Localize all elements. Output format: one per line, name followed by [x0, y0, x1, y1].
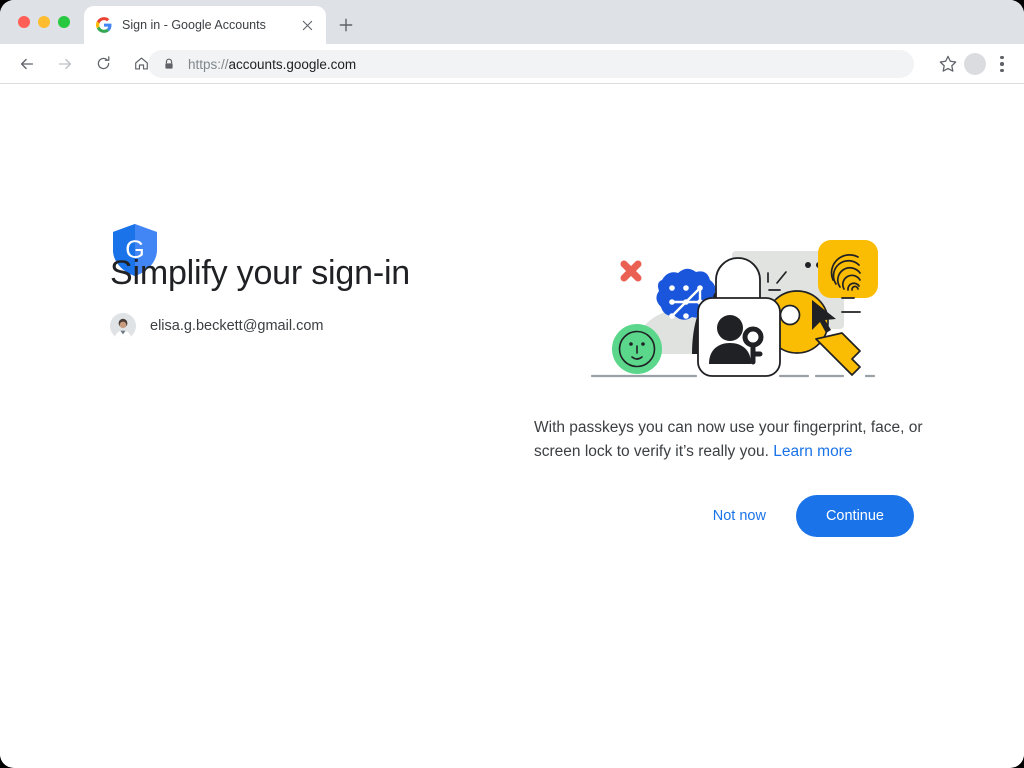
- tab-title: Sign in - Google Accounts: [122, 18, 298, 32]
- reload-button[interactable]: [88, 49, 118, 79]
- passkeys-panel: With passkeys you can now use your finge…: [534, 236, 934, 537]
- page-title: Simplify your sign-in: [110, 254, 410, 293]
- three-dot-menu-icon[interactable]: [992, 52, 1012, 76]
- forward-button[interactable]: [50, 49, 80, 79]
- continue-button[interactable]: Continue: [796, 495, 914, 537]
- menu-dot: [1000, 69, 1004, 73]
- url-text: https://accounts.google.com: [188, 57, 356, 72]
- url-host: accounts.google.com: [229, 57, 357, 72]
- user-photo-avatar: [110, 313, 136, 339]
- google-g-icon: [96, 17, 112, 33]
- account-email: elisa.g.beckett@gmail.com: [150, 318, 323, 334]
- not-now-button[interactable]: Not now: [705, 498, 774, 534]
- menu-dot: [1000, 62, 1004, 66]
- profile-avatar-button[interactable]: [964, 53, 986, 75]
- address-bar[interactable]: https://accounts.google.com: [148, 50, 914, 78]
- tab-strip: Sign in - Google Accounts: [0, 0, 1024, 44]
- action-buttons: Not now Continue: [534, 495, 914, 537]
- window-controls: [18, 16, 70, 28]
- menu-dot: [1000, 56, 1004, 60]
- page-content: G Simplify your sign-in elisa.g.beckett@…: [0, 84, 1024, 767]
- browser-toolbar: https://accounts.google.com: [0, 44, 1024, 84]
- new-tab-button[interactable]: [334, 13, 358, 37]
- maximize-window-button[interactable]: [58, 16, 70, 28]
- url-scheme: https://: [188, 57, 229, 72]
- learn-more-link[interactable]: Learn more: [773, 443, 852, 460]
- star-icon[interactable]: [938, 54, 958, 74]
- lock-icon: [162, 57, 176, 71]
- minimize-window-button[interactable]: [38, 16, 50, 28]
- passkeys-description-text: With passkeys you can now use your finge…: [534, 419, 923, 460]
- close-icon[interactable]: [298, 16, 316, 34]
- passkeys-illustration: [590, 236, 888, 386]
- close-window-button[interactable]: [18, 16, 30, 28]
- tab-sign-in-google-accounts[interactable]: Sign in - Google Accounts: [84, 6, 326, 44]
- browser-window: Sign in - Google Accounts: [0, 0, 1024, 768]
- passkeys-description: With passkeys you can now use your finge…: [534, 416, 934, 464]
- back-button[interactable]: [12, 49, 42, 79]
- account-row[interactable]: elisa.g.beckett@gmail.com: [110, 313, 323, 339]
